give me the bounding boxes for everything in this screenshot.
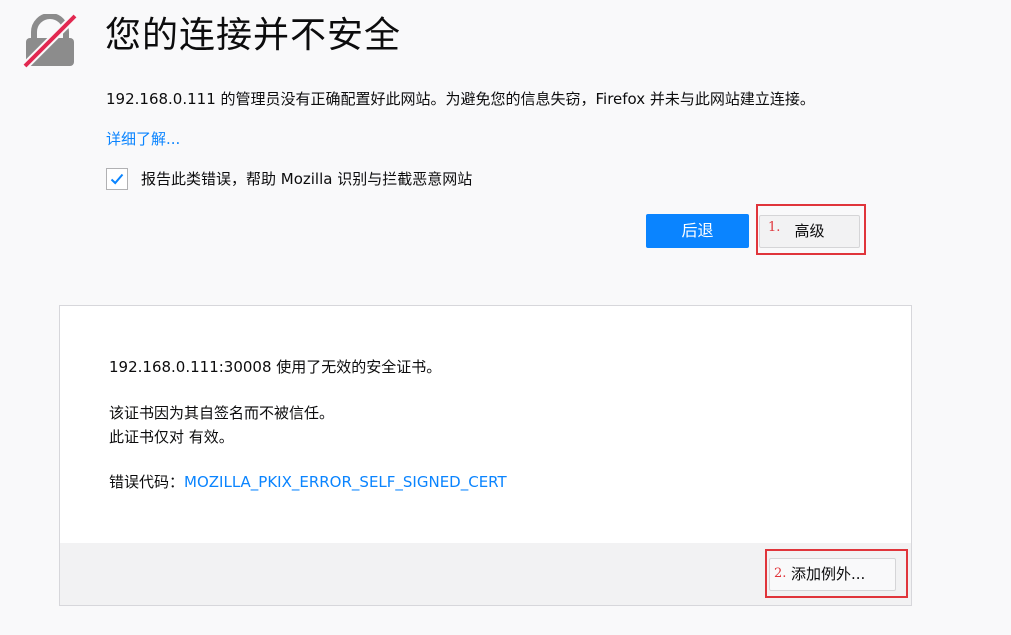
- cert-invalid-text: 192.168.0.111:30008 使用了无效的安全证书。: [109, 358, 442, 376]
- annotation-step-2: 2.: [774, 566, 787, 581]
- error-description: 192.168.0.111 的管理员没有正确配置好此网站。为避免您的信息失窃，F…: [106, 90, 815, 108]
- valid-for-text: 此证书仅对 有效。: [109, 428, 234, 446]
- checkmark-icon: [110, 173, 124, 185]
- error-code-label: 错误代码：: [109, 473, 185, 491]
- learn-more-link[interactable]: 详细了解...: [106, 128, 180, 150]
- annotation-highlight-add-exception: [765, 549, 908, 598]
- error-code-link[interactable]: MOZILLA_PKIX_ERROR_SELF_SIGNED_CERT: [184, 473, 507, 491]
- error-code-row: 错误代码：MOZILLA_PKIX_ERROR_SELF_SIGNED_CERT: [109, 471, 507, 493]
- back-button[interactable]: 后退: [646, 214, 749, 248]
- self-signed-text: 该证书因为其自签名而不被信任。: [109, 404, 335, 422]
- broken-lock-icon: [22, 14, 78, 69]
- annotation-step-1: 1.: [768, 220, 781, 235]
- page-title: 您的连接并不安全: [105, 15, 402, 56]
- report-error-label: 报告此类错误，帮助 Mozilla 识别与拦截恶意网站: [141, 170, 473, 188]
- report-error-checkbox[interactable]: [106, 168, 128, 190]
- report-error-row: 报告此类错误，帮助 Mozilla 识别与拦截恶意网站: [106, 166, 472, 192]
